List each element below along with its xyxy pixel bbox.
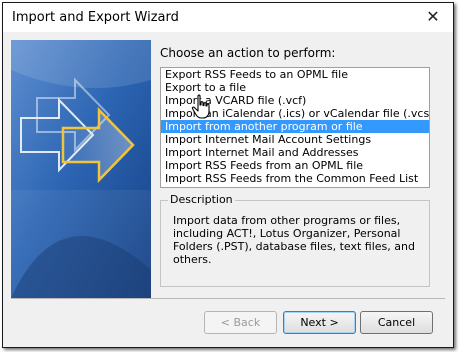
action-list-item[interactable]: Import RSS Feeds from the Common Feed Li… [161, 172, 429, 185]
wizard-window: Import and Export Wizard ✕ Choose an act… [2, 2, 454, 348]
action-list-item[interactable]: Import RSS Feeds from an OPML file [161, 159, 429, 172]
close-icon[interactable]: ✕ [423, 7, 443, 27]
action-list-item[interactable]: Import from another program or file [161, 120, 429, 133]
back-button[interactable]: < Back [204, 311, 277, 334]
action-list-item[interactable]: Export RSS Feeds to an OPML file [161, 68, 429, 81]
button-separator [11, 298, 445, 299]
next-button[interactable]: Next > [283, 311, 356, 334]
action-list[interactable]: Export RSS Feeds to an OPML file Export t… [160, 67, 430, 188]
title-bar[interactable]: Import and Export Wizard ✕ [3, 3, 453, 32]
action-list-item[interactable]: Import Internet Mail Account Settings [161, 133, 429, 146]
action-list-item[interactable]: Import Internet Mail and Addresses [161, 146, 429, 159]
hand-cursor-icon [191, 94, 210, 119]
wizard-banner-image [11, 40, 151, 298]
action-list-item[interactable]: Export to a file [161, 81, 429, 94]
window-title: Import and Export Wizard [12, 10, 179, 25]
action-prompt-label: Choose an action to perform: [160, 46, 336, 60]
description-label: Description [168, 193, 235, 206]
wizard-content: Choose an action to perform: Export RSS … [3, 32, 453, 347]
description-group: Description Import data from other progr… [160, 193, 430, 287]
cancel-button[interactable]: Cancel [360, 311, 433, 334]
description-text: Import data from other programs or files… [173, 214, 415, 266]
